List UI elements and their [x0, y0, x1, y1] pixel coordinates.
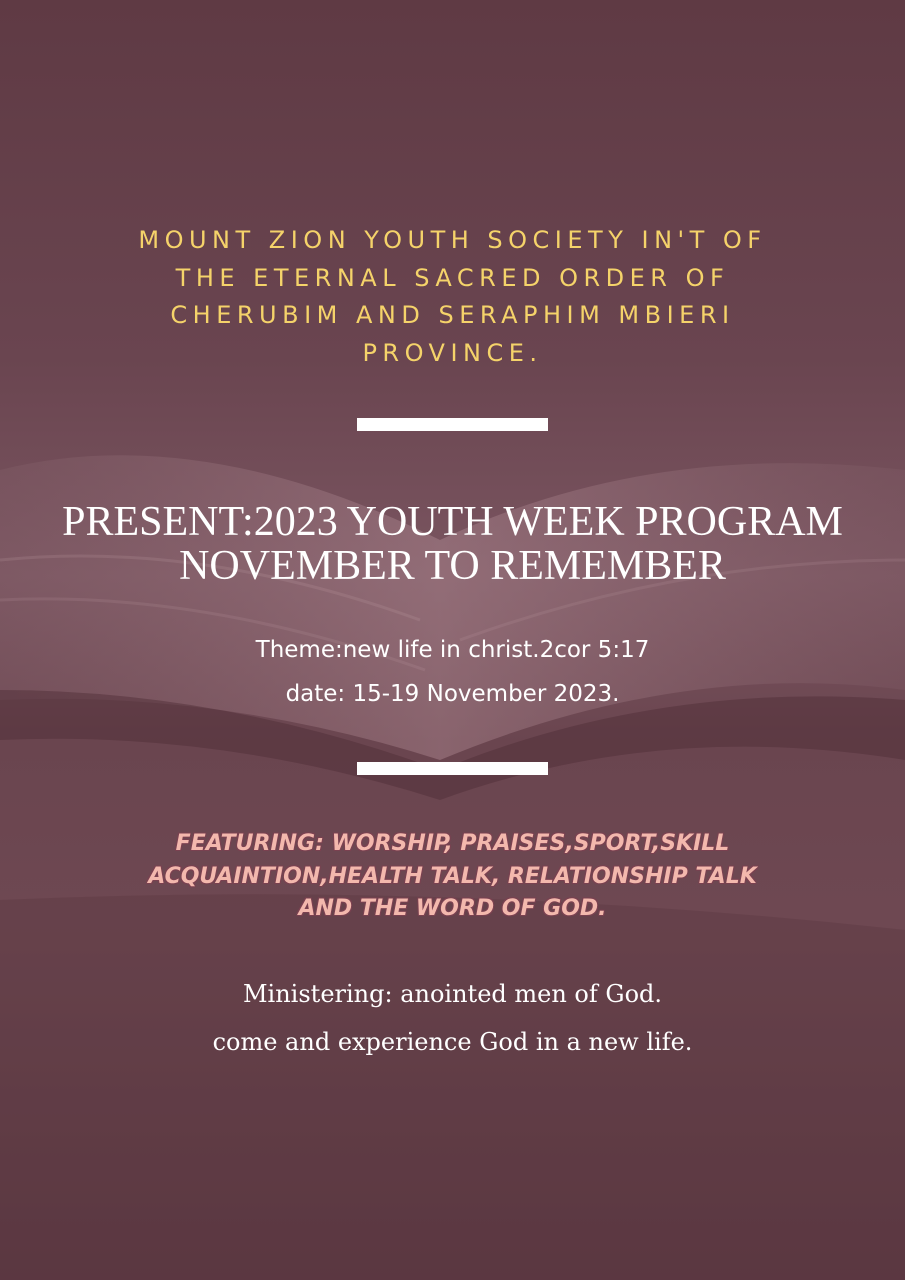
- organization-line-3: CHERUBIM AND SERAPHIM MBIERI: [170, 301, 735, 329]
- ministering-text: Ministering: anointed men of God.: [242, 980, 663, 1008]
- organization-line-4: PROVINCE.: [362, 338, 543, 367]
- title-line-1: PRESENT:2023 YOUTH WEEK PROGRAM: [62, 499, 843, 545]
- program-details: Theme:new life in christ.2cor 5:17 date:…: [0, 628, 905, 716]
- organization-line-2: THE ETERNAL SACRED ORDER OF: [175, 263, 730, 292]
- date-text: date: 15-19 November 2023.: [285, 681, 620, 707]
- invitation-text: come and experience God in a new life.: [212, 1028, 693, 1056]
- featuring-line-2: ACQUAINTION,HEALTH TALK, RELATIONSHIP TA…: [148, 863, 757, 889]
- theme-text: Theme:new life in christ.2cor 5:17: [255, 637, 650, 663]
- program-title: PRESENT:2023 YOUTH WEEK PROGRAM NOVEMBER…: [0, 500, 905, 588]
- featuring-list: FEATURING: WORSHIP, PRAISES,SPORT,SKILL …: [0, 828, 905, 926]
- featuring-line-1: FEATURING: WORSHIP, PRAISES,SPORT,SKILL: [175, 831, 730, 856]
- ministering-info: Ministering: anointed men of God. come a…: [0, 970, 905, 1066]
- event-poster: MOUNT ZION YOUTH SOCIETY IN'T OF THE ETE…: [0, 0, 905, 1280]
- featuring-line-3: AND THE WORD OF GOD.: [298, 896, 607, 921]
- top-divider-bar: [357, 418, 548, 431]
- organization-name: MOUNT ZION YOUTH SOCIETY IN'T OF THE ETE…: [0, 222, 905, 372]
- organization-line-1: MOUNT ZION YOUTH SOCIETY IN'T OF: [138, 226, 767, 254]
- bottom-divider-bar: [357, 762, 548, 775]
- title-line-2: NOVEMBER TO REMEMBER: [179, 543, 726, 589]
